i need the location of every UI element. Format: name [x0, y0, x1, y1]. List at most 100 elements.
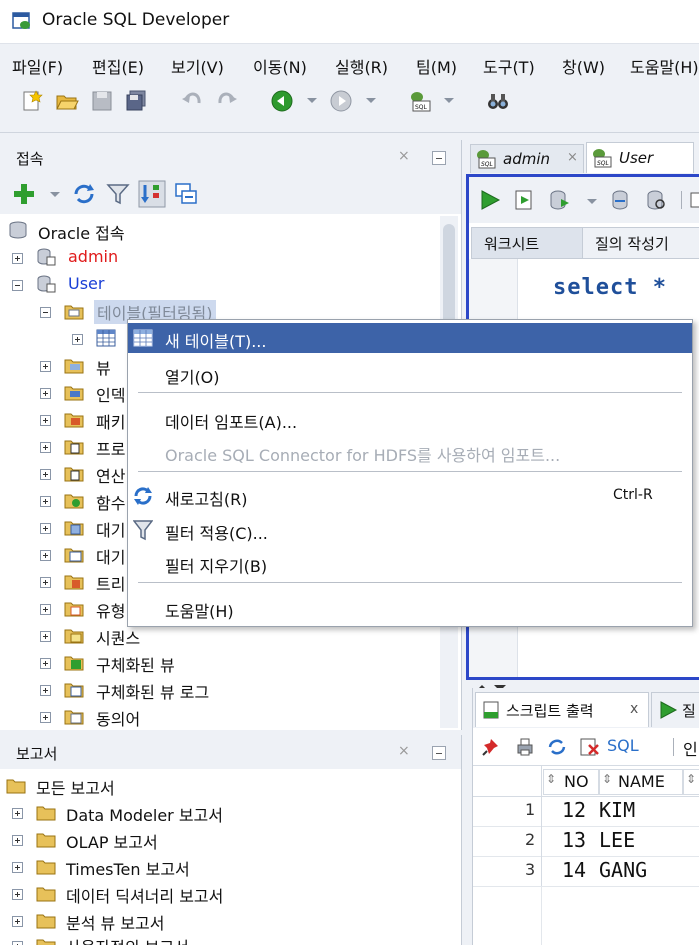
reports-item[interactable]: 사용자정의 보고서: [0, 935, 440, 945]
tree-node-synonyms[interactable]: 동의어: [0, 704, 440, 730]
tree-connection-user[interactable]: User: [0, 272, 440, 298]
sort-icon[interactable]: ⇕: [602, 772, 612, 786]
save-all-icon[interactable]: [124, 89, 148, 113]
sort-icon[interactable]: ⇕: [546, 772, 556, 786]
run-script-icon[interactable]: [513, 189, 535, 211]
undo-icon[interactable]: [180, 89, 204, 113]
cell-no[interactable]: 14: [562, 858, 586, 882]
commit-icon[interactable]: [549, 189, 571, 211]
menu-item-open[interactable]: 열기(O): [128, 359, 692, 389]
sql-editor-text[interactable]: select *: [553, 275, 667, 300]
expand-icon[interactable]: [12, 835, 23, 846]
expand-icon[interactable]: [40, 361, 51, 372]
menu-item-clear-filter[interactable]: 필터 지우기(B): [128, 548, 692, 578]
expand-icon[interactable]: [40, 577, 51, 588]
table-row[interactable]: 2 13 LEE: [473, 826, 699, 857]
collapse-all-icon[interactable]: [174, 182, 198, 206]
cell-no[interactable]: 13: [562, 828, 586, 852]
menu-run[interactable]: 실행(R): [335, 54, 388, 78]
table-row[interactable]: 1 12 KIM: [473, 796, 699, 827]
filter-icon[interactable]: [106, 182, 130, 206]
tab-admin[interactable]: SQL admin ×: [470, 144, 584, 173]
menu-tools[interactable]: 도구(T): [483, 54, 535, 78]
back-icon[interactable]: [270, 89, 294, 113]
new-icon[interactable]: [20, 89, 44, 113]
tab-script-output[interactable]: 스크립트 출력 x: [475, 692, 649, 727]
menu-file[interactable]: 파일(F): [12, 54, 63, 78]
cell-name[interactable]: GANG: [599, 858, 647, 882]
expand-icon[interactable]: [12, 916, 23, 927]
back-dropdown-icon[interactable]: [307, 98, 317, 103]
splitter-arrows-icon[interactable]: [474, 678, 514, 691]
expand-icon[interactable]: [40, 388, 51, 399]
expand-icon[interactable]: [12, 862, 23, 873]
forward-dropdown-icon[interactable]: [366, 98, 376, 103]
minimize-icon[interactable]: [432, 151, 446, 165]
more-icon[interactable]: [689, 189, 699, 211]
explain-plan-icon[interactable]: [645, 189, 667, 211]
close-icon[interactable]: ×: [398, 148, 410, 164]
output-toolbar-extra[interactable]: 인: [683, 736, 698, 760]
table-row[interactable]: 3 14 GANG: [473, 856, 699, 887]
expand-icon[interactable]: [12, 941, 23, 945]
tree-node-mview-logs[interactable]: 구체화된 뷰 로그: [0, 677, 440, 703]
subtab-worksheet[interactable]: 워크시트: [471, 227, 583, 259]
reports-item[interactable]: 데이터 딕셔너리 보고서: [0, 881, 440, 907]
sort-icon[interactable]: ⇕: [686, 772, 696, 786]
column-header-no[interactable]: ⇕ NO: [543, 769, 599, 795]
tab-user[interactable]: SQL User: [586, 142, 694, 173]
menu-team[interactable]: 팀(M): [416, 54, 457, 78]
sql-icon[interactable]: SQL: [408, 89, 432, 113]
cell-name[interactable]: LEE: [599, 828, 635, 852]
binoculars-icon[interactable]: [486, 89, 510, 113]
expand-icon[interactable]: [40, 496, 51, 507]
minimize-icon[interactable]: [432, 746, 446, 760]
clear-icon[interactable]: [579, 737, 601, 757]
pin-icon[interactable]: [481, 737, 501, 757]
collapse-icon[interactable]: [12, 280, 23, 291]
expand-icon[interactable]: [40, 604, 51, 615]
add-connection-icon[interactable]: [12, 182, 36, 206]
menu-item-apply-filter[interactable]: 필터 적용(C)...: [128, 515, 692, 545]
expand-icon[interactable]: [40, 685, 51, 696]
close-icon[interactable]: ×: [567, 150, 578, 165]
commit-dropdown-icon[interactable]: [587, 199, 597, 204]
expand-icon[interactable]: [40, 415, 51, 426]
close-icon[interactable]: x: [630, 701, 638, 717]
cell-no[interactable]: 12: [562, 798, 586, 822]
reports-root[interactable]: 모든 보고서: [0, 773, 440, 799]
tree-node-materialized-views[interactable]: 구체화된 뷰: [0, 650, 440, 676]
refresh-icon[interactable]: [72, 182, 96, 206]
reports-item[interactable]: 분석 뷰 보고서: [0, 908, 440, 934]
tree-node-table-child[interactable]: [0, 326, 140, 352]
menu-navigate[interactable]: 이동(N): [253, 54, 307, 78]
menu-item-import-data[interactable]: 데이터 임포트(A)...: [128, 404, 692, 434]
menu-edit[interactable]: 편집(E): [92, 54, 144, 78]
open-icon[interactable]: [55, 89, 79, 113]
tree-connection-admin[interactable]: admin: [0, 245, 440, 271]
add-connection-dropdown-icon[interactable]: [50, 192, 60, 197]
collapse-icon[interactable]: [40, 307, 51, 318]
expand-icon[interactable]: [40, 469, 51, 480]
refresh-icon[interactable]: [547, 737, 567, 757]
expand-icon[interactable]: [40, 631, 51, 642]
tab-query-result[interactable]: 질: [651, 692, 699, 727]
close-icon[interactable]: ×: [398, 743, 410, 759]
reports-item[interactable]: Data Modeler 보고서: [0, 800, 440, 826]
subtab-query-builder[interactable]: 질의 작성기: [582, 227, 699, 259]
rollback-icon[interactable]: [609, 189, 631, 211]
menu-help[interactable]: 도움말(H): [630, 54, 699, 78]
sql-link[interactable]: SQL: [607, 736, 639, 755]
expand-icon[interactable]: [12, 889, 23, 900]
expand-icon[interactable]: [40, 712, 51, 723]
reports-item[interactable]: TimesTen 보고서: [0, 854, 440, 880]
expand-icon[interactable]: [12, 808, 23, 819]
column-header-name[interactable]: ⇕ NAME: [599, 769, 683, 795]
forward-icon[interactable]: [329, 89, 353, 113]
menu-window[interactable]: 창(W): [562, 54, 605, 78]
menu-item-new-table[interactable]: 새 테이블(T)...: [128, 323, 692, 353]
expand-icon[interactable]: [12, 253, 23, 264]
save-icon[interactable]: [90, 89, 114, 113]
expand-icon[interactable]: [72, 334, 83, 345]
sql-dropdown-icon[interactable]: [444, 98, 454, 103]
